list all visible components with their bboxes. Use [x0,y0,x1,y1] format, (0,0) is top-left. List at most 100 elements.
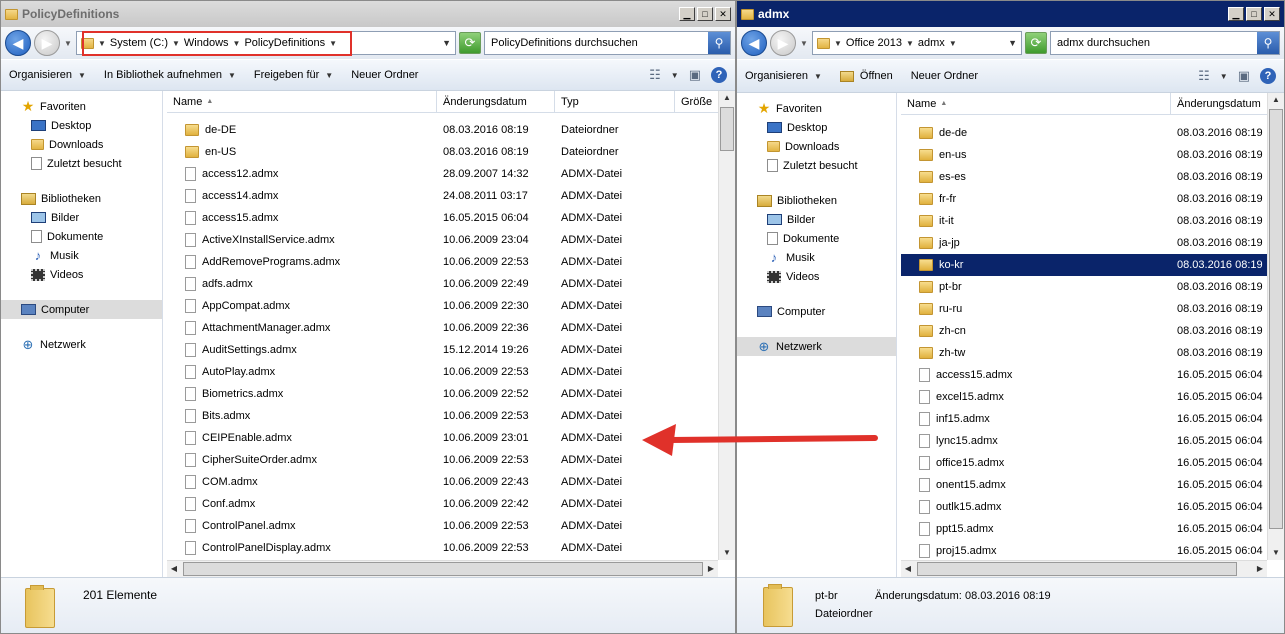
back-arrow-icon[interactable]: ◀ [5,30,31,56]
column-header-date[interactable]: Änderungsdatum [1171,93,1281,115]
view-dropdown-icon[interactable]: ▼ [1220,72,1228,81]
column-header-type[interactable]: Typ [555,91,675,113]
breadcrumb-item[interactable]: System (C:) [110,37,168,49]
file-row[interactable]: CEIPEnable.admx 10.06.2009 23:01 ADMX-Date… [167,427,675,449]
folder-row[interactable]: ja-jp 08.03.2016 08:19 [901,232,1281,254]
scroll-right-icon[interactable]: ▶ [1253,562,1267,576]
search-input[interactable]: admx durchsuchen ⚲ [1050,31,1280,55]
share-with-button[interactable]: Freigeben für ▼ [254,69,333,81]
breadcrumb-item[interactable]: Office 2013 [846,37,902,49]
file-row[interactable]: access15.admx 16.05.2015 06:04 [901,364,1281,386]
open-button[interactable]: Öffnen [839,70,893,82]
preview-pane-icon[interactable]: ▣ [689,67,701,83]
nav-recent[interactable]: Zuletzt besucht [1,154,162,173]
breadcrumb-chevron-icon[interactable]: ▼ [834,39,842,48]
folder-row[interactable]: fr-fr 08.03.2016 08:19 [901,188,1281,210]
nav-libraries[interactable]: Bibliotheken [737,191,896,210]
breadcrumb-chevron-icon[interactable]: ▼ [233,39,241,48]
folder-row[interactable]: en-US 08.03.2016 08:19 Dateiordner [167,141,675,163]
nav-videos[interactable]: Videos [737,267,896,286]
scroll-down-icon[interactable]: ▼ [1269,546,1283,560]
nav-favorites[interactable]: ★ Favoriten [1,97,162,116]
scroll-thumb[interactable] [720,107,734,151]
new-folder-button[interactable]: Neuer Ordner [911,70,978,82]
view-options-icon[interactable]: ☷ [649,67,661,83]
file-row[interactable]: access14.admx 24.08.2011 03:17 ADMX-Datei [167,185,675,207]
file-row[interactable]: CipherSuiteOrder.admx 10.06.2009 22:53 ADM… [167,449,675,471]
address-field[interactable]: ▼ Office 2013 ▼ admx ▼ ▼ [812,31,1022,55]
help-icon[interactable]: ? [1260,68,1276,84]
folder-row[interactable]: en-us 08.03.2016 08:19 [901,144,1281,166]
file-row[interactable]: AttachmentManager.admx 10.06.2009 22:36 AD… [167,317,675,339]
file-row[interactable]: AutoPlay.admx 10.06.2009 22:53 ADMX-Datei [167,361,675,383]
view-options-icon[interactable]: ☷ [1198,68,1210,84]
nav-videos[interactable]: Videos [1,265,162,284]
breadcrumb-item[interactable]: PolicyDefinitions [244,37,325,49]
folder-row[interactable]: ru-ru 08.03.2016 08:19 [901,298,1281,320]
file-row[interactable]: ppt15.admx 16.05.2015 06:04 [901,518,1281,540]
folder-row[interactable]: pt-br 08.03.2016 08:19 [901,276,1281,298]
forward-arrow-icon[interactable]: ▶ [34,30,60,56]
file-row[interactable]: outlk15.admx 16.05.2015 06:04 [901,496,1281,518]
nav-music[interactable]: ♪ Musik [737,248,896,267]
search-icon[interactable]: ⚲ [708,32,730,54]
file-row[interactable]: ControlPanelDisplay.admx 10.06.2009 22:53… [167,537,675,559]
file-row[interactable]: ActiveXInstallService.admx 10.06.2009 23:… [167,229,675,251]
nav-favorites[interactable]: ★ Favoriten [737,99,896,118]
file-row[interactable]: ControlPanel.admx 10.06.2009 22:53 ADMX-Da… [167,515,675,537]
file-row[interactable]: inf15.admx 16.05.2015 06:04 [901,408,1281,430]
address-dropdown-icon[interactable]: ▼ [442,38,451,48]
scroll-thumb[interactable] [183,562,703,576]
nav-pictures[interactable]: Bilder [737,210,896,229]
file-row[interactable]: excel15.admx 16.05.2015 06:04 [901,386,1281,408]
nav-computer[interactable]: Computer [737,302,896,321]
file-row[interactable]: Biometrics.admx 10.06.2009 22:52 ADMX-Date… [167,383,675,405]
folder-row[interactable]: de-de 08.03.2016 08:19 [901,122,1281,144]
maximize-icon[interactable]: □ [697,7,713,21]
nav-documents[interactable]: Dokumente [737,229,896,248]
back-arrow-icon[interactable]: ◀ [741,30,767,56]
scroll-up-icon[interactable]: ▲ [1269,93,1283,107]
nav-documents[interactable]: Dokumente [1,227,162,246]
horizontal-scrollbar[interactable]: ◀ ▶ [167,560,718,577]
breadcrumb-chevron-icon[interactable]: ▼ [329,39,337,48]
nav-downloads[interactable]: Downloads [737,137,896,156]
folder-row[interactable]: zh-tw 08.03.2016 08:19 [901,342,1281,364]
file-row[interactable]: proj15.admx 16.05.2015 06:04 [901,540,1281,562]
scroll-thumb[interactable] [917,562,1237,576]
folder-row[interactable]: ko-kr 08.03.2016 08:19 [901,254,1281,276]
nav-pictures[interactable]: Bilder [1,208,162,227]
vertical-scrollbar[interactable]: ▲ ▼ [1267,93,1284,560]
nav-desktop[interactable]: Desktop [737,118,896,137]
organize-button[interactable]: Organisieren ▼ [9,69,86,81]
nav-libraries[interactable]: Bibliotheken [1,189,162,208]
address-dropdown-icon[interactable]: ▼ [1008,38,1017,48]
nav-computer[interactable]: Computer [1,300,162,319]
organize-button[interactable]: Organisieren ▼ [745,70,822,82]
scroll-up-icon[interactable]: ▲ [720,91,734,105]
minimize-icon[interactable]: ▁ [1228,7,1244,21]
file-row[interactable]: onent15.admx 16.05.2015 06:04 [901,474,1281,496]
view-dropdown-icon[interactable]: ▼ [671,71,679,80]
file-row[interactable]: AuditSettings.admx 15.12.2014 19:26 ADMX-D… [167,339,675,361]
refresh-icon[interactable]: ⟳ [1025,32,1047,54]
file-row[interactable]: lync15.admx 16.05.2015 06:04 [901,430,1281,452]
column-header-name[interactable]: Name ▲ [901,93,1171,115]
nav-downloads[interactable]: Downloads [1,135,162,154]
file-row[interactable]: AppCompat.admx 10.06.2009 22:30 ADMX-Datei [167,295,675,317]
search-input[interactable]: PolicyDefinitions durchsuchen ⚲ [484,31,731,55]
breadcrumb-item[interactable]: admx [918,37,945,49]
folder-row[interactable]: it-it 08.03.2016 08:19 [901,210,1281,232]
file-row[interactable]: Conf.admx 10.06.2009 22:42 ADMX-Datei [167,493,675,515]
close-icon[interactable]: ✕ [715,7,731,21]
minimize-icon[interactable]: ▁ [679,7,695,21]
file-row[interactable]: office15.admx 16.05.2015 06:04 [901,452,1281,474]
vertical-scrollbar[interactable]: ▲ ▼ [718,91,735,560]
breadcrumb-chevron-icon[interactable]: ▼ [98,39,106,48]
history-dropdown-icon[interactable]: ▼ [799,39,809,48]
breadcrumb-item[interactable]: Windows [184,37,229,49]
forward-arrow-icon[interactable]: ▶ [770,30,796,56]
breadcrumb-chevron-icon[interactable]: ▼ [172,39,180,48]
scroll-left-icon[interactable]: ◀ [901,562,915,576]
nav-desktop[interactable]: Desktop [1,116,162,135]
